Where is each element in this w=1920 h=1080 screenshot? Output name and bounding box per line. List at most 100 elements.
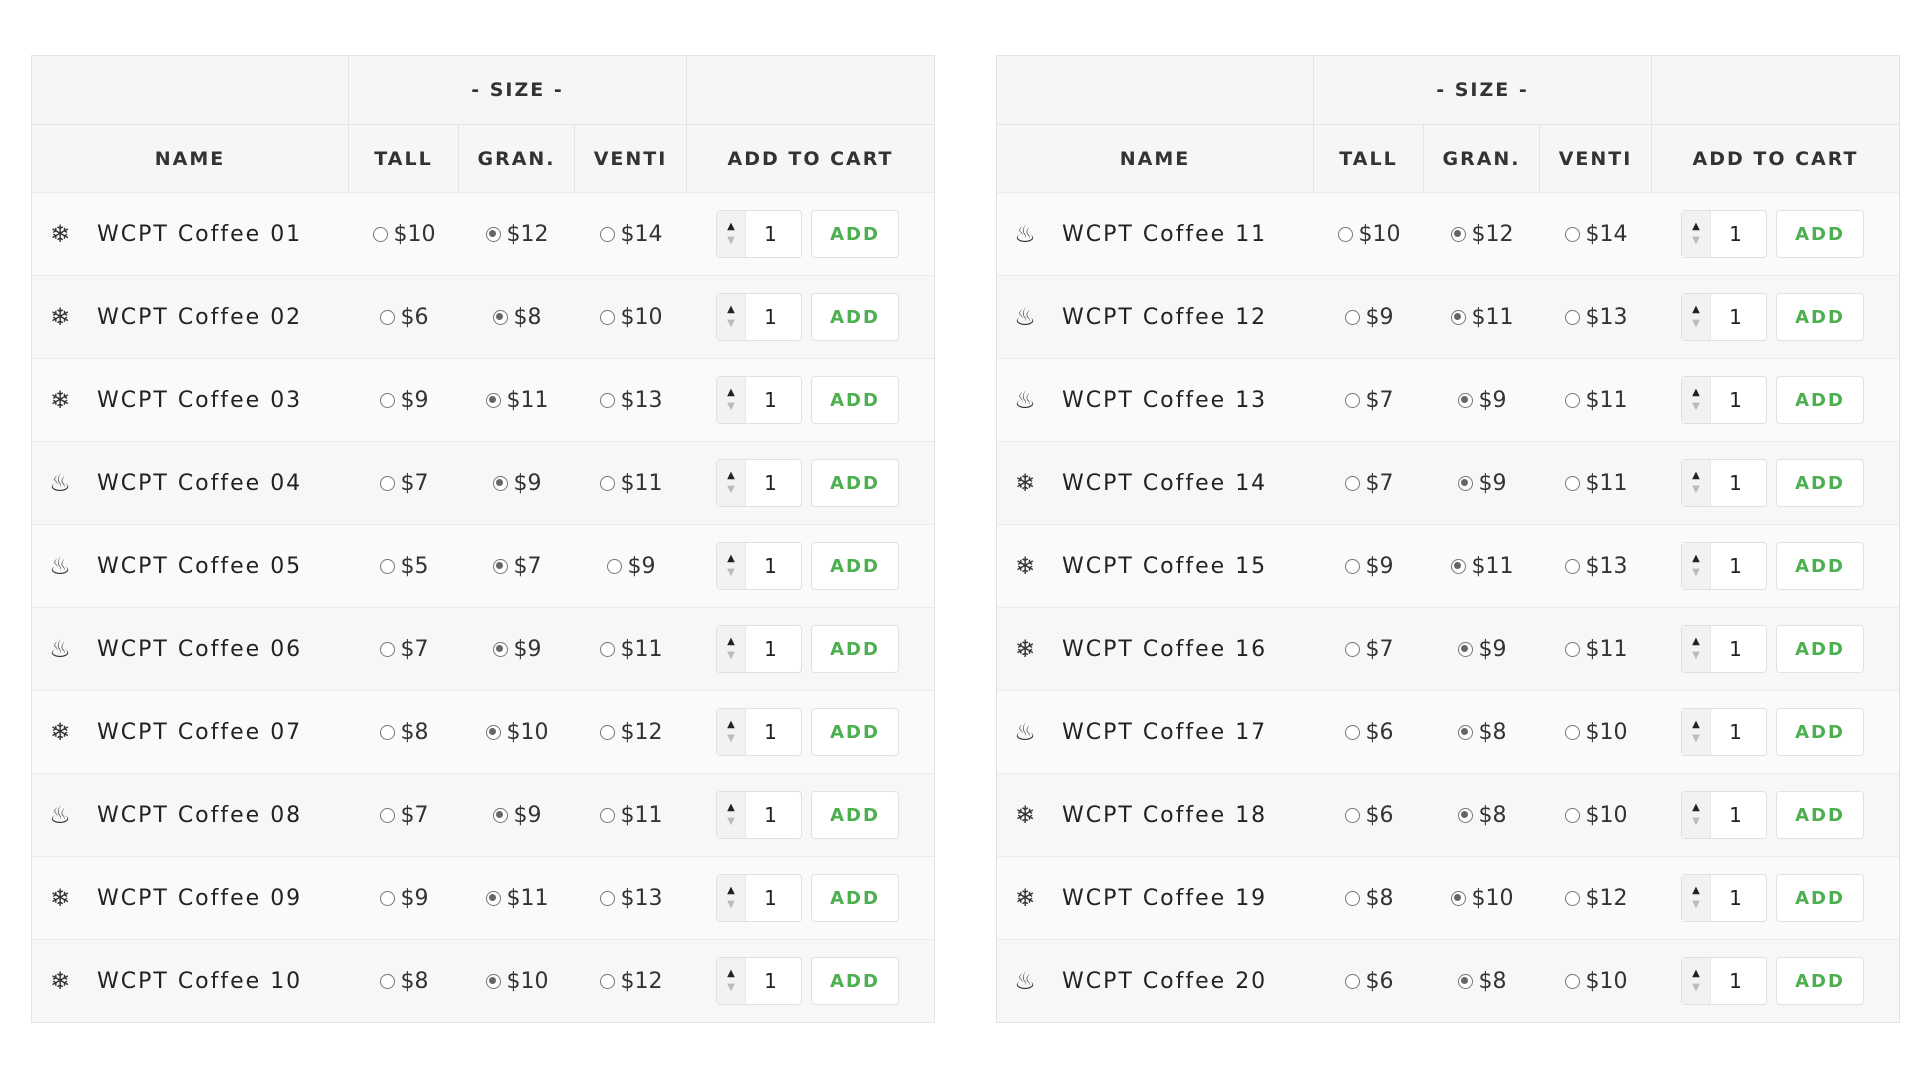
- price-option-grande[interactable]: $9: [492, 803, 542, 828]
- quantity-stepper[interactable]: ▲ ▼ 1: [716, 293, 802, 341]
- radio-button[interactable]: [372, 226, 388, 242]
- price-option-grande[interactable]: $10: [485, 720, 549, 745]
- price-option-venti[interactable]: $11: [599, 637, 663, 662]
- radio-button[interactable]: [379, 890, 395, 906]
- price-option-venti[interactable]: $11: [1564, 471, 1628, 496]
- caret-up-icon[interactable]: ▲: [727, 969, 735, 979]
- price-option-tall[interactable]: $7: [379, 803, 429, 828]
- radio-button[interactable]: [1564, 807, 1580, 823]
- caret-down-icon[interactable]: ▼: [727, 236, 735, 246]
- caret-down-icon[interactable]: ▼: [727, 651, 735, 661]
- radio-button[interactable]: [1344, 558, 1360, 574]
- price-option-grande[interactable]: $11: [485, 388, 549, 413]
- radio-button[interactable]: [1564, 475, 1580, 491]
- price-option-venti[interactable]: $9: [606, 554, 656, 579]
- caret-down-icon[interactable]: ▼: [727, 900, 735, 910]
- quantity-input[interactable]: 1: [1711, 958, 1766, 1004]
- price-option-venti[interactable]: $12: [1564, 886, 1628, 911]
- price-option-venti[interactable]: $10: [1564, 720, 1628, 745]
- add-button[interactable]: ADD: [1776, 459, 1864, 507]
- radio-button[interactable]: [379, 475, 395, 491]
- radio-button[interactable]: [1450, 309, 1466, 325]
- price-option-venti[interactable]: $13: [1564, 305, 1628, 330]
- add-button[interactable]: ADD: [811, 874, 899, 922]
- add-button[interactable]: ADD: [811, 542, 899, 590]
- radio-button[interactable]: [1564, 309, 1580, 325]
- quantity-input[interactable]: 1: [1711, 377, 1766, 423]
- radio-button[interactable]: [599, 973, 615, 989]
- quantity-stepper[interactable]: ▲ ▼ 1: [716, 708, 802, 756]
- caret-down-icon[interactable]: ▼: [1692, 236, 1700, 246]
- caret-up-icon[interactable]: ▲: [1692, 637, 1700, 647]
- quantity-stepper[interactable]: ▲ ▼ 1: [716, 459, 802, 507]
- price-option-grande[interactable]: $9: [1457, 637, 1507, 662]
- price-option-tall[interactable]: $6: [1344, 803, 1394, 828]
- radio-button[interactable]: [599, 807, 615, 823]
- quantity-stepper[interactable]: ▲ ▼ 1: [1681, 625, 1767, 673]
- price-option-grande[interactable]: $8: [1457, 969, 1507, 994]
- quantity-stepper[interactable]: ▲ ▼ 1: [716, 542, 802, 590]
- caret-down-icon[interactable]: ▼: [727, 485, 735, 495]
- radio-button[interactable]: [1457, 724, 1473, 740]
- quantity-stepper[interactable]: ▲ ▼ 1: [716, 957, 802, 1005]
- radio-button[interactable]: [379, 392, 395, 408]
- radio-button[interactable]: [1564, 973, 1580, 989]
- price-option-venti[interactable]: $12: [599, 720, 663, 745]
- add-button[interactable]: ADD: [811, 376, 899, 424]
- radio-button[interactable]: [492, 309, 508, 325]
- quantity-input[interactable]: 1: [1711, 543, 1766, 589]
- price-option-tall[interactable]: $10: [372, 222, 436, 247]
- radio-button[interactable]: [1564, 724, 1580, 740]
- quantity-input[interactable]: 1: [1711, 875, 1766, 921]
- radio-button[interactable]: [1457, 973, 1473, 989]
- radio-button[interactable]: [1344, 309, 1360, 325]
- radio-button[interactable]: [1564, 558, 1580, 574]
- radio-button[interactable]: [1344, 641, 1360, 657]
- caret-down-icon[interactable]: ▼: [727, 568, 735, 578]
- radio-button[interactable]: [599, 724, 615, 740]
- price-option-grande[interactable]: $10: [1450, 886, 1514, 911]
- caret-down-icon[interactable]: ▼: [1692, 651, 1700, 661]
- price-option-venti[interactable]: $14: [1564, 222, 1628, 247]
- add-button[interactable]: ADD: [811, 293, 899, 341]
- quantity-stepper[interactable]: ▲ ▼ 1: [1681, 210, 1767, 258]
- caret-down-icon[interactable]: ▼: [1692, 900, 1700, 910]
- radio-button[interactable]: [485, 226, 501, 242]
- price-option-grande[interactable]: $12: [1450, 222, 1514, 247]
- price-option-tall[interactable]: $9: [1344, 305, 1394, 330]
- price-option-venti[interactable]: $14: [599, 222, 663, 247]
- add-button[interactable]: ADD: [811, 791, 899, 839]
- radio-button[interactable]: [1450, 226, 1466, 242]
- radio-button[interactable]: [1450, 890, 1466, 906]
- price-option-tall[interactable]: $8: [379, 969, 429, 994]
- radio-button[interactable]: [599, 890, 615, 906]
- radio-button[interactable]: [485, 973, 501, 989]
- quantity-input[interactable]: 1: [746, 792, 801, 838]
- caret-up-icon[interactable]: ▲: [1692, 305, 1700, 315]
- caret-up-icon[interactable]: ▲: [1692, 554, 1700, 564]
- price-option-grande[interactable]: $9: [1457, 388, 1507, 413]
- quantity-input[interactable]: 1: [1711, 792, 1766, 838]
- price-option-tall[interactable]: $10: [1337, 222, 1401, 247]
- radio-button[interactable]: [1344, 973, 1360, 989]
- price-option-tall[interactable]: $7: [1344, 388, 1394, 413]
- radio-button[interactable]: [1457, 641, 1473, 657]
- price-option-venti[interactable]: $12: [599, 969, 663, 994]
- quantity-stepper[interactable]: ▲ ▼ 1: [1681, 376, 1767, 424]
- caret-down-icon[interactable]: ▼: [727, 402, 735, 412]
- price-option-venti[interactable]: $11: [1564, 637, 1628, 662]
- price-option-grande[interactable]: $8: [1457, 720, 1507, 745]
- quantity-input[interactable]: 1: [1711, 460, 1766, 506]
- caret-up-icon[interactable]: ▲: [1692, 388, 1700, 398]
- caret-down-icon[interactable]: ▼: [727, 734, 735, 744]
- quantity-input[interactable]: 1: [746, 460, 801, 506]
- quantity-stepper[interactable]: ▲ ▼ 1: [716, 791, 802, 839]
- radio-button[interactable]: [599, 641, 615, 657]
- price-option-tall[interactable]: $6: [379, 305, 429, 330]
- quantity-input[interactable]: 1: [1711, 709, 1766, 755]
- price-option-grande[interactable]: $9: [492, 471, 542, 496]
- add-button[interactable]: ADD: [811, 957, 899, 1005]
- caret-up-icon[interactable]: ▲: [727, 388, 735, 398]
- price-option-grande[interactable]: $9: [1457, 471, 1507, 496]
- radio-button[interactable]: [379, 807, 395, 823]
